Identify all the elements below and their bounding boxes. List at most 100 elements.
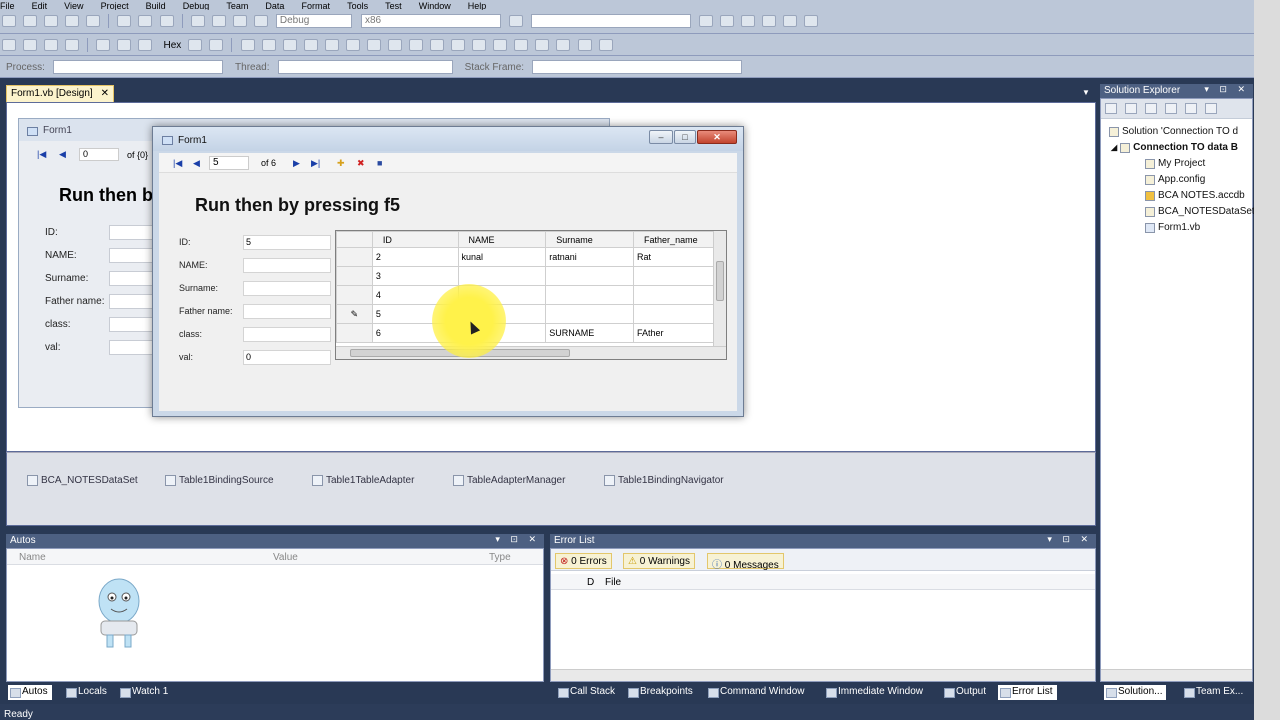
refresh-icon[interactable] xyxy=(1145,103,1158,114)
menu-format[interactable]: Format xyxy=(301,2,330,11)
save-icon[interactable] xyxy=(65,15,80,27)
grid-cell[interactable]: ratnani xyxy=(545,247,635,267)
dataset-component[interactable]: BCA_NOTESDataSet xyxy=(27,475,138,486)
stack-frame-combo[interactable] xyxy=(532,60,743,74)
redo-icon[interactable] xyxy=(211,15,226,27)
step-over-icon[interactable] xyxy=(117,39,132,51)
column-header-description[interactable]: D xyxy=(587,577,594,588)
tab-breakpoints[interactable]: Breakpoints xyxy=(626,685,697,700)
form1-window[interactable]: Form1 – □ ✕ |◀ ◀ 5 of 6 ▶ ▶| ✚ ✖ ■ Run t… xyxy=(152,126,744,417)
tab-watch-1[interactable]: Watch 1 xyxy=(118,685,172,700)
bring-to-front-icon[interactable] xyxy=(535,39,550,51)
first-record-icon[interactable]: |◀ xyxy=(37,149,46,160)
tab-locals[interactable]: Locals xyxy=(64,685,111,700)
tab-form1-design[interactable]: Form1.vb [Design] ✕ xyxy=(6,85,114,102)
move-last-button[interactable]: ▶| xyxy=(311,157,320,169)
add-new-button[interactable]: ✚ xyxy=(337,157,345,169)
step-out-icon[interactable] xyxy=(138,39,153,51)
grid-cell[interactable] xyxy=(545,285,635,305)
menu-file[interactable]: File xyxy=(0,2,15,11)
continue-icon[interactable] xyxy=(2,39,16,51)
show-next-statement-icon[interactable] xyxy=(188,39,203,51)
align-left-icon[interactable] xyxy=(240,39,255,51)
tab-error-list[interactable]: Error List xyxy=(998,685,1057,700)
tree-item-app-config[interactable]: App.config xyxy=(1145,174,1205,185)
align-middle-icon[interactable] xyxy=(324,39,339,51)
close-button[interactable]: ✕ xyxy=(697,130,737,144)
grid-cell[interactable] xyxy=(545,266,635,286)
minimize-button[interactable]: – xyxy=(649,130,673,144)
properties-icon[interactable] xyxy=(1105,103,1117,114)
prev-record-icon[interactable]: ◀ xyxy=(59,149,66,160)
align-top-icon[interactable] xyxy=(303,39,318,51)
find-icon[interactable] xyxy=(509,15,523,27)
same-width-icon[interactable] xyxy=(366,39,381,51)
extension-manager-icon[interactable] xyxy=(783,15,798,27)
column-header-value[interactable]: Value xyxy=(273,552,298,563)
table-row[interactable]: 3 xyxy=(336,266,714,286)
grid-cell[interactable] xyxy=(457,266,547,286)
tree-item-form1[interactable]: Form1.vb xyxy=(1145,222,1200,233)
copy-icon[interactable] xyxy=(138,15,153,27)
grid-cell[interactable]: 3 xyxy=(371,266,459,286)
grid-icon[interactable] xyxy=(430,39,445,51)
grid-vertical-scrollbar[interactable] xyxy=(713,231,726,346)
tree-item-my-project[interactable]: My Project xyxy=(1145,158,1205,169)
error-list-scrollbar[interactable] xyxy=(551,669,1095,681)
view-designer-icon[interactable] xyxy=(1185,103,1198,114)
grid-cell[interactable] xyxy=(545,304,635,324)
row-header[interactable] xyxy=(336,247,373,267)
id-field[interactable]: 5 xyxy=(243,235,331,250)
view-code-icon[interactable] xyxy=(1165,103,1178,114)
class-diagram-icon[interactable] xyxy=(1205,103,1218,114)
class-field[interactable] xyxy=(243,327,331,342)
move-next-button[interactable]: ▶ xyxy=(293,157,300,169)
surname-field[interactable] xyxy=(243,281,331,296)
menu-team[interactable]: Team xyxy=(226,2,248,11)
scroll-thumb[interactable] xyxy=(716,261,724,301)
hex-toggle[interactable]: Hex xyxy=(164,40,182,51)
solution-platform-combo[interactable]: x86 xyxy=(360,14,501,28)
align-bottom-icon[interactable] xyxy=(345,39,360,51)
column-header-file[interactable]: File xyxy=(605,577,621,588)
maximize-button[interactable]: □ xyxy=(674,130,696,144)
tab-call-stack[interactable]: Call Stack xyxy=(556,685,619,700)
align-right-icon[interactable] xyxy=(282,39,297,51)
tab-dropdown-icon[interactable]: ▼ xyxy=(1082,88,1090,97)
expand-arrow-icon[interactable]: ◢ xyxy=(1111,143,1117,152)
grid-cell[interactable]: FAther xyxy=(633,323,714,343)
menu-edit[interactable]: Edit xyxy=(32,2,48,11)
tree-item-solution[interactable]: Solution 'Connection TO d xyxy=(1109,126,1238,137)
show-all-files-icon[interactable] xyxy=(1125,103,1138,114)
tab-solution-explorer[interactable]: Solution... xyxy=(1104,685,1167,700)
column-header-id[interactable]: ID xyxy=(371,231,459,248)
open-file-icon[interactable] xyxy=(44,15,59,27)
menu-tools[interactable]: Tools xyxy=(347,2,368,11)
grid-cell[interactable]: SURNAME xyxy=(545,323,635,343)
solution-config-combo[interactable]: Debug xyxy=(275,14,352,28)
same-size-icon[interactable] xyxy=(409,39,424,51)
thread-combo[interactable] xyxy=(277,60,453,74)
new-project-icon[interactable] xyxy=(2,15,16,27)
move-previous-button[interactable]: ◀ xyxy=(193,157,200,169)
restart-icon[interactable] xyxy=(65,39,80,51)
vertical-spacing-icon[interactable] xyxy=(472,39,487,51)
find-combo[interactable] xyxy=(531,14,692,28)
row-header[interactable] xyxy=(336,323,373,343)
delete-button[interactable]: ✖ xyxy=(357,157,365,169)
error-list-titlebar[interactable]: Error List ▾ ⊡ ✕ xyxy=(550,534,1096,548)
tab-immediate-window[interactable]: Immediate Window xyxy=(824,685,927,700)
row-header-edit-icon[interactable]: ✎ xyxy=(336,304,373,324)
column-header-type[interactable]: Type xyxy=(489,552,511,563)
column-header-name[interactable]: Name xyxy=(19,552,46,563)
menu-view[interactable]: View xyxy=(64,2,83,11)
errors-filter-button[interactable]: ⊗ 0 Errors xyxy=(555,553,612,569)
align-center-icon[interactable] xyxy=(261,39,276,51)
tree-item-database[interactable]: BCA NOTES.accdb xyxy=(1145,190,1245,201)
save-button[interactable]: ■ xyxy=(377,157,382,169)
center-horizontally-icon[interactable] xyxy=(493,39,508,51)
grid-cell[interactable] xyxy=(633,266,714,286)
breakpoint-icon[interactable] xyxy=(209,39,224,51)
same-height-icon[interactable] xyxy=(387,39,402,51)
column-header-father-name[interactable]: Father_name xyxy=(633,231,714,248)
